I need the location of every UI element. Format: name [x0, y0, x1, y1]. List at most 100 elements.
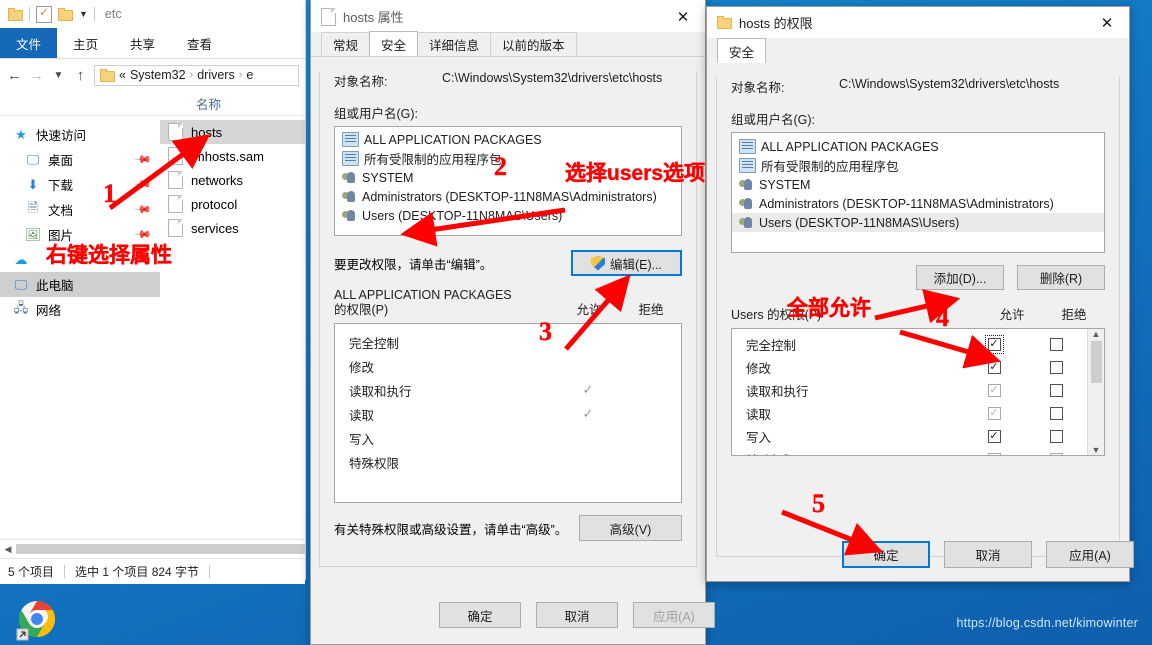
table-row[interactable]: 读取 ✓ [732, 402, 1087, 425]
deny-checkbox[interactable] [1049, 338, 1063, 351]
list-item[interactable]: 所有受限制的应用程序包 [732, 156, 1104, 175]
ribbon-tab-share[interactable]: 共享 [114, 28, 171, 58]
pin-icon[interactable]: 📌 [134, 150, 153, 169]
allow-cell[interactable]: ✓ [963, 430, 1025, 443]
ribbon-tab-home[interactable]: 主页 [57, 28, 114, 58]
allow-checkbox[interactable]: ✓ [987, 361, 1001, 374]
list-item[interactable]: ALL APPLICATION PACKAGES [732, 137, 1104, 156]
principal-list[interactable]: ALL APPLICATION PACKAGES 所有受限制的应用程序包 SYS… [334, 126, 682, 236]
permissions-list[interactable]: 完全控制 ✓ 修改 ✓ 读取和执行 ✓ 读取 ✓ 写入 ✓ ▲ ▼ [731, 328, 1105, 456]
table-row[interactable]: 完全控制 ✓ [732, 333, 1087, 356]
permissions-list[interactable]: 完全控制 修改 读取和执行 ✓ 读取 ✓ 写入 特殊权限 [334, 323, 682, 503]
dialog-title-bar[interactable]: hosts 的权限 ✕ [707, 7, 1129, 38]
deny-checkbox[interactable] [1049, 430, 1063, 443]
ok-button[interactable]: 确定 [842, 541, 930, 568]
sidebar-item-documents[interactable]: 🗎 文档 📌 [0, 197, 160, 222]
table-row[interactable]: 写入 [335, 426, 681, 450]
cancel-button[interactable]: 取消 [944, 541, 1032, 568]
close-icon[interactable]: ✕ [661, 1, 705, 32]
table-row[interactable]: 读取 ✓ [335, 402, 681, 426]
pin-icon[interactable]: 📌 [134, 200, 153, 219]
horizontal-scrollbar[interactable]: ◀ [0, 539, 305, 558]
new-folder-icon[interactable] [58, 7, 73, 21]
scroll-thumb[interactable] [16, 544, 305, 554]
table-row[interactable]: 特殊权限 [335, 450, 681, 474]
list-item[interactable]: ALL APPLICATION PACKAGES [335, 130, 681, 149]
folder-icon[interactable] [8, 7, 23, 21]
allow-cell[interactable]: ✓ [963, 384, 1025, 397]
table-row[interactable]: 读取和执行 ✓ [335, 378, 681, 402]
pin-icon[interactable]: 📌 [134, 225, 153, 244]
scroll-thumb[interactable] [1090, 341, 1102, 383]
chevron-down-icon[interactable]: ▼ [50, 70, 67, 81]
breadcrumb-item-system32[interactable]: System32 [130, 68, 186, 82]
tab-details[interactable]: 详细信息 [417, 32, 492, 56]
close-icon[interactable]: ✕ [1085, 7, 1129, 38]
table-row[interactable]: 读取和执行 ✓ [732, 379, 1087, 402]
allow-cell[interactable] [963, 453, 1025, 455]
breadcrumb-item-etc[interactable]: e [246, 68, 253, 82]
chevron-down-icon[interactable]: ▼ [79, 9, 88, 19]
sidebar-item-network[interactable]: 🖧 网络 [0, 297, 160, 322]
list-item[interactable]: Administrators (DESKTOP-11N8MAS\Administ… [335, 187, 681, 206]
add-button[interactable]: 添加(D)... [916, 265, 1004, 290]
table-row[interactable]: 写入 ✓ [732, 425, 1087, 448]
deny-checkbox[interactable] [1049, 361, 1063, 374]
list-item[interactable]: protocol [160, 192, 305, 216]
tab-security[interactable]: 安全 [369, 31, 419, 56]
deny-cell[interactable] [1025, 407, 1087, 420]
deny-cell[interactable] [1025, 338, 1087, 351]
edit-button[interactable]: 编辑(E)... [571, 250, 682, 276]
deny-checkbox[interactable] [1049, 407, 1063, 420]
list-item[interactable]: SYSTEM [335, 168, 681, 187]
tab-previous-versions[interactable]: 以前的版本 [490, 32, 577, 56]
sidebar-item-quick-access[interactable]: ★ 快速访问 [0, 122, 160, 147]
allow-cell[interactable]: ✓ [557, 382, 619, 398]
vertical-scrollbar[interactable]: ▲ ▼ [1087, 329, 1104, 455]
list-item[interactable]: services [160, 216, 305, 240]
table-row[interactable]: 修改 [335, 354, 681, 378]
cancel-button[interactable]: 取消 [536, 602, 618, 628]
list-item[interactable]: 所有受限制的应用程序包 [335, 149, 681, 168]
deny-checkbox[interactable] [1049, 453, 1063, 455]
tab-general[interactable]: 常规 [321, 32, 371, 56]
allow-cell[interactable]: ✓ [963, 335, 1025, 354]
deny-cell[interactable] [1025, 361, 1087, 374]
ok-button[interactable]: 确定 [439, 602, 521, 628]
ribbon-tab-view[interactable]: 查看 [171, 28, 228, 58]
properties-icon[interactable] [36, 5, 52, 23]
sidebar-item-downloads[interactable]: ⬇ 下载 📌 [0, 172, 160, 197]
list-item-selected[interactable]: Users (DESKTOP-11N8MAS\Users) [732, 213, 1104, 232]
table-row[interactable]: 完全控制 [335, 330, 681, 354]
allow-cell[interactable]: ✓ [963, 407, 1025, 420]
list-item[interactable]: hosts [160, 120, 305, 144]
sidebar-item-this-pc[interactable]: 🖵 此电脑 [0, 272, 160, 297]
scroll-down-icon[interactable]: ▼ [1092, 445, 1101, 455]
back-arrow-icon[interactable]: ← [6, 67, 23, 84]
deny-cell[interactable] [1025, 384, 1087, 397]
tab-security[interactable]: 安全 [717, 38, 767, 63]
pin-icon[interactable]: 📌 [134, 175, 153, 194]
up-arrow-icon[interactable]: ↑ [72, 67, 89, 84]
allow-cell[interactable]: ✓ [963, 361, 1025, 374]
sidebar-item-onedrive[interactable]: ☁ [0, 247, 160, 272]
allow-checkbox[interactable] [987, 453, 1001, 455]
list-item[interactable]: Users (DESKTOP-11N8MAS\Users) [335, 206, 681, 225]
allow-cell[interactable]: ✓ [557, 406, 619, 422]
table-row[interactable]: 修改 ✓ [732, 356, 1087, 379]
column-header-name[interactable]: 名称 [196, 94, 221, 113]
table-row[interactable]: 特殊权限 [732, 448, 1087, 455]
list-item[interactable]: lmhosts.sam [160, 144, 305, 168]
chrome-icon[interactable] [14, 596, 60, 642]
list-item[interactable]: Administrators (DESKTOP-11N8MAS\Administ… [732, 194, 1104, 213]
apply-button[interactable]: 应用(A) [1046, 541, 1134, 568]
breadcrumb[interactable]: « System32 › drivers › e [94, 64, 299, 86]
principal-list[interactable]: ALL APPLICATION PACKAGES 所有受限制的应用程序包 SYS… [731, 132, 1105, 253]
deny-checkbox[interactable] [1049, 384, 1063, 397]
remove-button[interactable]: 删除(R) [1017, 265, 1105, 290]
deny-cell[interactable] [1025, 453, 1087, 455]
scroll-up-icon[interactable]: ▲ [1092, 329, 1101, 339]
advanced-button[interactable]: 高级(V) [579, 515, 682, 541]
ribbon-tab-file[interactable]: 文件 [0, 28, 58, 58]
list-item[interactable]: SYSTEM [732, 175, 1104, 194]
